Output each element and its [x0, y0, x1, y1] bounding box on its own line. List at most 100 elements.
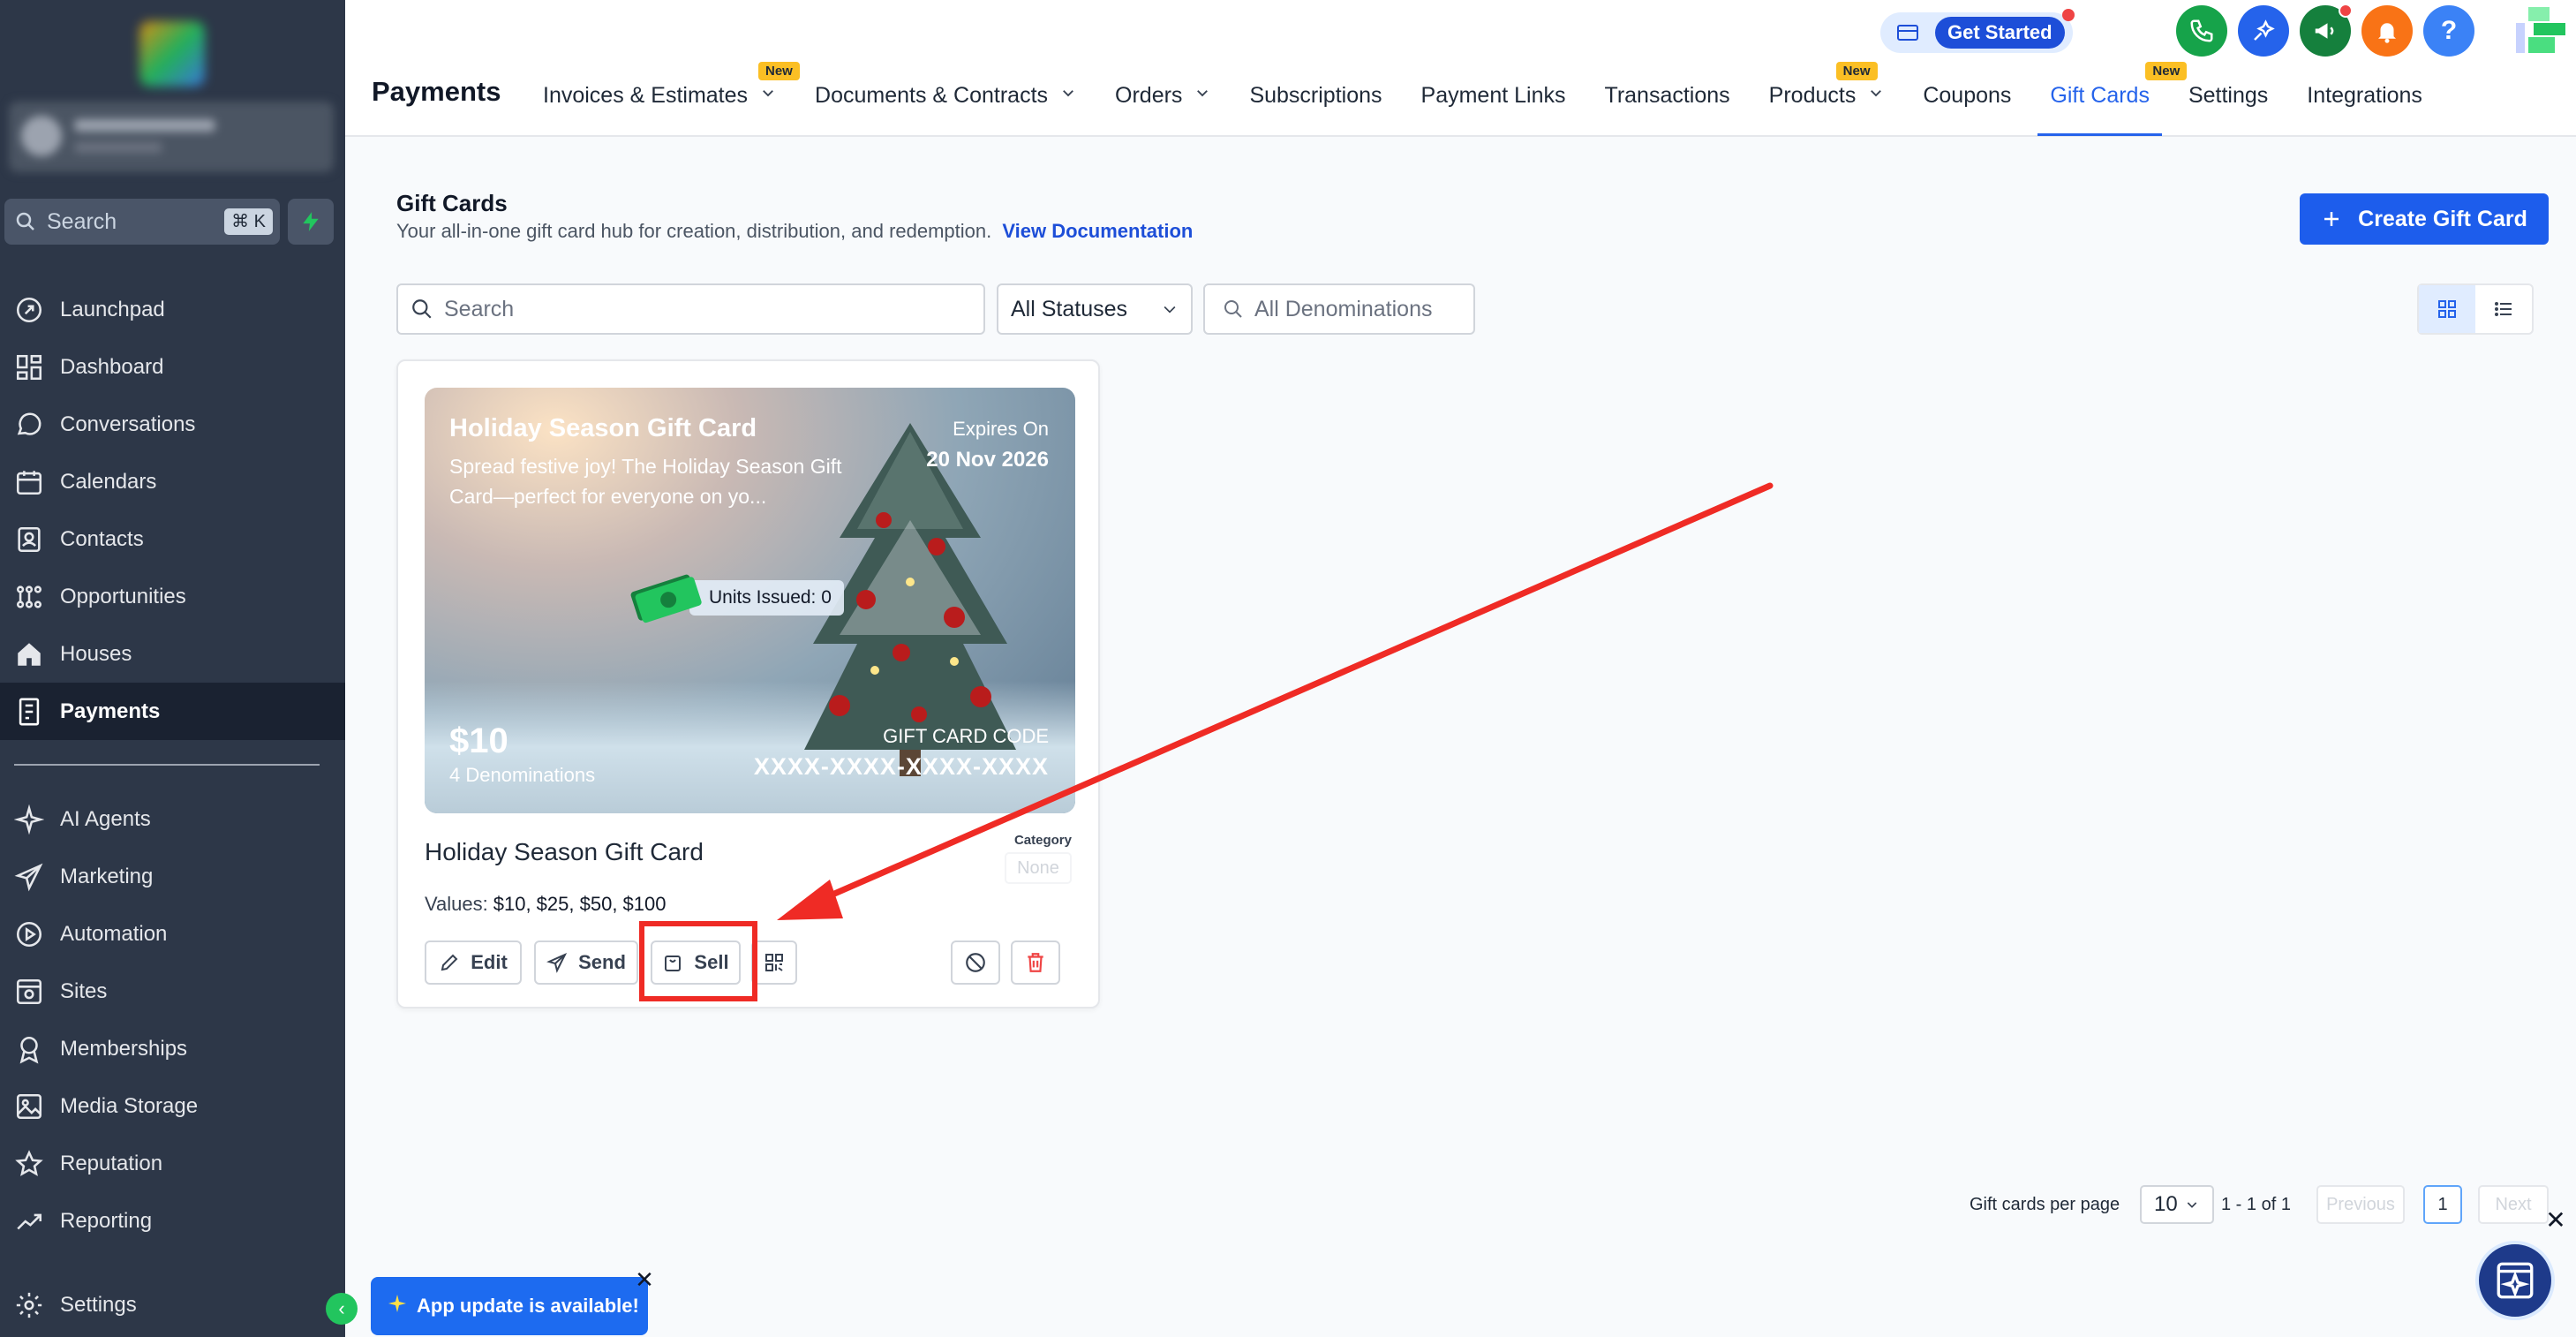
sidebar-item-automation[interactable]: Automation — [0, 905, 345, 963]
qr-code-button[interactable] — [751, 940, 797, 985]
sidebar-item-payments[interactable]: Payments — [0, 683, 345, 740]
close-widget-button[interactable]: ✕ — [2542, 1205, 2569, 1234]
tab-payment-links[interactable]: Payment Links — [1421, 74, 1566, 136]
gift-card-code: XXXX-XXXX-XXXX-XXXX — [753, 753, 1049, 780]
close-toast-button[interactable]: ✕ — [631, 1266, 658, 1293]
search-icon — [16, 212, 34, 230]
sidebar-item-label: Dashboard — [60, 354, 164, 379]
tab-documents-contracts[interactable]: Documents & Contracts — [815, 74, 1076, 136]
sparkle-icon — [14, 804, 44, 835]
view-documentation-link[interactable]: View Documentation — [1002, 220, 1193, 242]
per-page-value: 10 — [2154, 1192, 2178, 1216]
category-value: None — [1005, 852, 1072, 884]
gift-card-search-input[interactable]: Search — [396, 283, 985, 335]
sidebar-item-memberships[interactable]: Memberships — [0, 1020, 345, 1077]
sidebar-item-dashboard[interactable]: Dashboard — [0, 338, 345, 396]
sidebar-item-reporting[interactable]: Reporting — [0, 1192, 345, 1250]
sidebar-item-launchpad[interactable]: Launchpad — [0, 281, 345, 338]
phone-button[interactable] — [2176, 5, 2227, 57]
gear-icon — [16, 1292, 42, 1318]
tab-subscriptions[interactable]: Subscriptions — [1249, 74, 1382, 136]
sidebar-item-ai-agents[interactable]: AI Agents — [0, 790, 345, 848]
payments-tabs: Invoices & Estimates New Documents & Con… — [543, 62, 2461, 136]
tab-gift-cards[interactable]: Gift Cards New — [2037, 62, 2188, 136]
gift-card[interactable]: Holiday Season Gift Card Spread festive … — [396, 359, 1100, 1008]
sidebar-item-label: Opportunities — [60, 584, 186, 608]
tab-products[interactable]: Products New — [1768, 62, 1885, 136]
close-icon: ✕ — [635, 1265, 654, 1293]
pencil-icon — [441, 954, 458, 971]
page-1-button[interactable]: 1 — [2423, 1185, 2462, 1224]
sidebar-item-opportunities[interactable]: Opportunities — [0, 568, 345, 625]
notification-dot — [2062, 9, 2075, 21]
collapse-sidebar-button[interactable]: ‹ — [326, 1293, 358, 1325]
app-update-toast[interactable]: App update is available! — [371, 1277, 648, 1335]
trash-icon — [1028, 953, 1043, 972]
sidebar-item-reputation[interactable]: Reputation — [0, 1135, 345, 1192]
send-button[interactable]: Send — [534, 940, 638, 985]
create-gift-card-button[interactable]: Create Gift Card — [2300, 193, 2549, 245]
tab-invoices-estimates[interactable]: Invoices & Estimates New — [543, 62, 800, 136]
per-page-select[interactable]: 10 — [2140, 1185, 2214, 1224]
next-page-button[interactable]: Next — [2478, 1185, 2549, 1224]
support-widget-button[interactable] — [2475, 1241, 2555, 1320]
account-switcher[interactable] — [9, 102, 334, 172]
gift-card-code-label: GIFT CARD CODE — [883, 725, 1049, 747]
denomination-filter-input[interactable]: All Denominations — [1203, 283, 1475, 335]
help-button[interactable]: ? — [2423, 5, 2474, 57]
app-update-message: App update is available! — [417, 1295, 639, 1317]
tab-label: Products — [1768, 83, 1857, 108]
search-shortcut-badge: ⌘ K — [224, 208, 273, 235]
sidebar-item-sites[interactable]: Sites — [0, 963, 345, 1020]
sparkle-star-icon — [387, 1293, 408, 1319]
deactivate-button[interactable] — [951, 940, 1000, 985]
question-mark-icon: ? — [2440, 16, 2458, 45]
main-content: Gift Cards Your all-in-one gift card hub… — [345, 139, 2576, 1337]
grid-view-button[interactable] — [2419, 285, 2475, 333]
new-badge: New — [1835, 62, 1878, 80]
close-icon: ✕ — [2545, 1205, 2566, 1234]
membership-icon — [19, 1036, 39, 1064]
sidebar-item-label: Payments — [60, 699, 161, 723]
plus-icon — [2324, 212, 2339, 226]
edit-button[interactable]: Edit — [425, 940, 522, 985]
sidebar-item-conversations[interactable]: Conversations — [0, 396, 345, 453]
gift-card-image-description: Spread festive joy! The Holiday Season G… — [449, 455, 842, 508]
tab-integrations[interactable]: Integrations — [2307, 74, 2422, 136]
tab-orders[interactable]: Orders — [1115, 74, 1210, 136]
payments-icon — [19, 698, 40, 725]
sidebar-item-contacts[interactable]: Contacts — [0, 510, 345, 568]
sidebar-item-media-storage[interactable]: Media Storage — [0, 1077, 345, 1135]
page-description: Your all-in-one gift card hub for creati… — [396, 220, 1193, 243]
tab-transactions[interactable]: Transactions — [1604, 74, 1729, 136]
sidebar-item-settings[interactable]: Settings — [0, 1276, 345, 1333]
edit-label: Edit — [471, 951, 508, 973]
credit-card-icon — [1897, 25, 1918, 41]
delete-button[interactable] — [1011, 940, 1060, 985]
chevron-down-icon — [763, 90, 773, 97]
previous-page-button[interactable]: Previous — [2316, 1185, 2405, 1224]
quick-actions-button[interactable] — [288, 199, 334, 245]
user-avatar[interactable] — [2516, 7, 2565, 53]
status-filter-select[interactable]: All Statuses — [997, 283, 1193, 335]
sidebar-item-label: Reputation — [60, 1151, 163, 1175]
company-logo[interactable] — [139, 21, 205, 87]
list-view-button[interactable] — [2475, 285, 2532, 333]
tab-settings[interactable]: Settings — [2188, 74, 2268, 136]
chevron-left-icon: ‹ — [338, 1297, 345, 1319]
announcements-button[interactable] — [2300, 4, 2353, 57]
get-started-button[interactable]: Get Started — [1880, 9, 2075, 53]
opportunities-icon — [16, 585, 42, 608]
sidebar-item-label: Contacts — [60, 526, 144, 551]
magic-wand-icon — [2254, 19, 2275, 41]
tab-coupons[interactable]: Coupons — [1923, 74, 2011, 136]
view-toggle — [2417, 283, 2534, 335]
notifications-button[interactable] — [2361, 5, 2413, 57]
ai-assistant-button[interactable] — [2238, 5, 2289, 57]
sidebar-search[interactable]: Search ⌘ K — [4, 199, 280, 245]
sidebar-item-calendars[interactable]: Calendars — [0, 453, 345, 510]
chevron-down-icon — [1871, 90, 1882, 97]
sidebar-item-houses[interactable]: Houses — [0, 625, 345, 683]
sidebar-item-marketing[interactable]: Marketing — [0, 848, 345, 905]
chat-icon — [17, 412, 41, 435]
